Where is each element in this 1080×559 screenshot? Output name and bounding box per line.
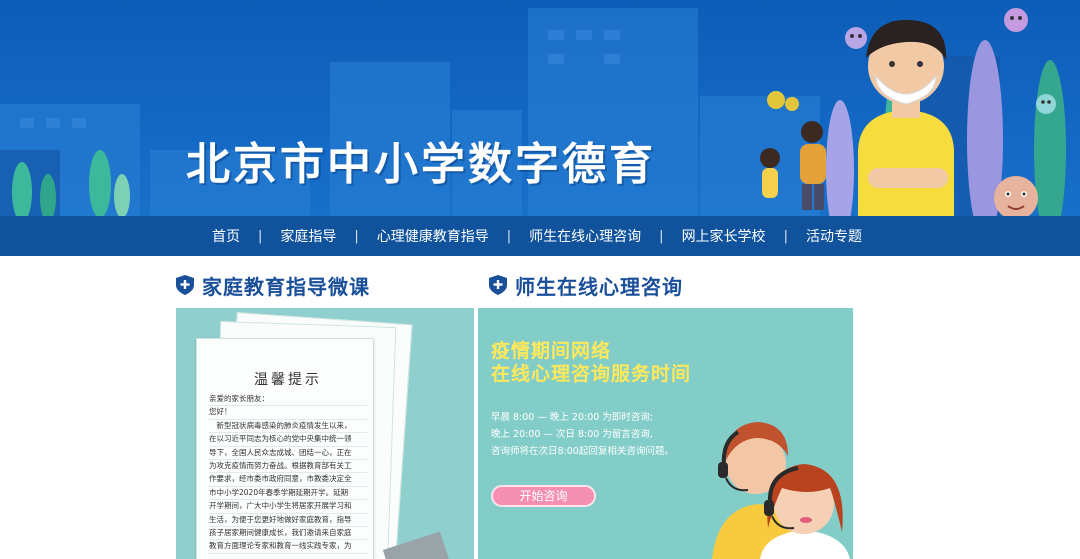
- nav-separator: |: [783, 228, 788, 244]
- section-title: 师生在线心理咨询: [515, 274, 683, 299]
- schedule-line: 咨询师将在次日8:00起回复相关咨询问题。: [491, 446, 674, 457]
- nav-family-guidance[interactable]: 家庭指导: [280, 226, 336, 246]
- notice-line: 为攻克疫情而努力奋战。根据教育部有关工: [209, 460, 367, 474]
- section-heading-family[interactable]: 家庭教育指导微课: [176, 271, 370, 299]
- notice-line: 新型冠状病毒感染的肺炎疫情发生以来，: [209, 420, 367, 434]
- notice-line: 生活，为便于您更好地做好家庭教育，指导: [209, 514, 367, 528]
- kids-illustration: [760, 121, 826, 210]
- virus-icon: [1036, 94, 1056, 114]
- counselor-illustration: [712, 422, 850, 559]
- nav-online-counseling[interactable]: 师生在线心理咨询: [529, 226, 641, 246]
- nav-separator: |: [506, 228, 512, 244]
- notice-letter: 温馨提示 亲爱的家长朋友： 您好！ 新型冠状病毒感染的肺炎疫情发生以来， 在以习…: [196, 338, 374, 559]
- virus-icon: [994, 176, 1038, 220]
- plant-decoration: [12, 150, 130, 220]
- family-microcourse-card[interactable]: 温馨提示 亲爱的家长朋友： 您好！ 新型冠状病毒感染的肺炎疫情发生以来， 在以习…: [176, 308, 474, 559]
- nav-separator: |: [258, 228, 263, 244]
- notice-line: 开学期间，广大中小学生将居家开展学习和: [209, 500, 367, 514]
- main-nav: 首页 | 家庭指导 | 心理健康教育指导 | 师生在线心理咨询 | 网上家长学校…: [0, 216, 1080, 256]
- site-banner: 北京市中小学数字德育 首页 | 家庭指导 | 心理健康教育指导 | 师生在线心理…: [0, 0, 1080, 256]
- virus-icon: [1004, 8, 1028, 32]
- nav-home[interactable]: 首页: [212, 226, 240, 246]
- virus-icon: [767, 91, 799, 111]
- nav-mental-health[interactable]: 心理健康教育指导: [377, 226, 489, 246]
- start-consultation-button[interactable]: 开始咨询: [491, 485, 596, 507]
- notice-line: 教育方面理论专家和教育一线实践专家，为: [209, 540, 367, 554]
- notice-line: 亲爱的家长朋友：: [209, 393, 367, 407]
- notice-line: 作要求，经市委市政府同意，市教委决定全: [209, 473, 367, 487]
- online-counseling-card[interactable]: 疫情期间网络 在线心理咨询服务时间 早晨 8:00 — 晚上 20:00 为即时…: [478, 308, 853, 559]
- notice-line: 导下，全国人民众志成城、团结一心，正在: [209, 447, 367, 461]
- shield-plus-icon: [176, 275, 194, 295]
- schedule-line: 早晨 8:00 — 晚上 20:00 为即时咨询;: [491, 412, 654, 423]
- counseling-title-line2: 在线心理咨询服务时间: [491, 363, 692, 385]
- section-heading-counseling[interactable]: 师生在线心理咨询: [489, 271, 683, 299]
- notice-line: 在以习近平同志为核心的党中央集中统一领: [209, 433, 367, 447]
- site-title: 北京市中小学数字德育: [186, 139, 656, 190]
- nav-separator: |: [354, 228, 359, 244]
- nav-parent-school[interactable]: 网上家长学校: [682, 226, 766, 246]
- schedule-line: 晚上 20:00 — 次日 8:00 为留言咨询,: [491, 429, 653, 440]
- notice-line: 您好！: [209, 406, 367, 420]
- virus-icon: [845, 27, 867, 49]
- shield-plus-icon: [489, 275, 507, 295]
- section-title: 家庭教育指导微课: [202, 274, 370, 299]
- notice-title: 温馨提示: [254, 372, 322, 388]
- notice-line: 孩子居家期间健康成长，我们邀请来自家庭: [209, 527, 367, 541]
- nav-activities[interactable]: 活动专题: [806, 226, 862, 246]
- nav-separator: |: [659, 228, 664, 244]
- notice-line: 市中小学2020年春季学期延期开学。延期: [209, 487, 367, 501]
